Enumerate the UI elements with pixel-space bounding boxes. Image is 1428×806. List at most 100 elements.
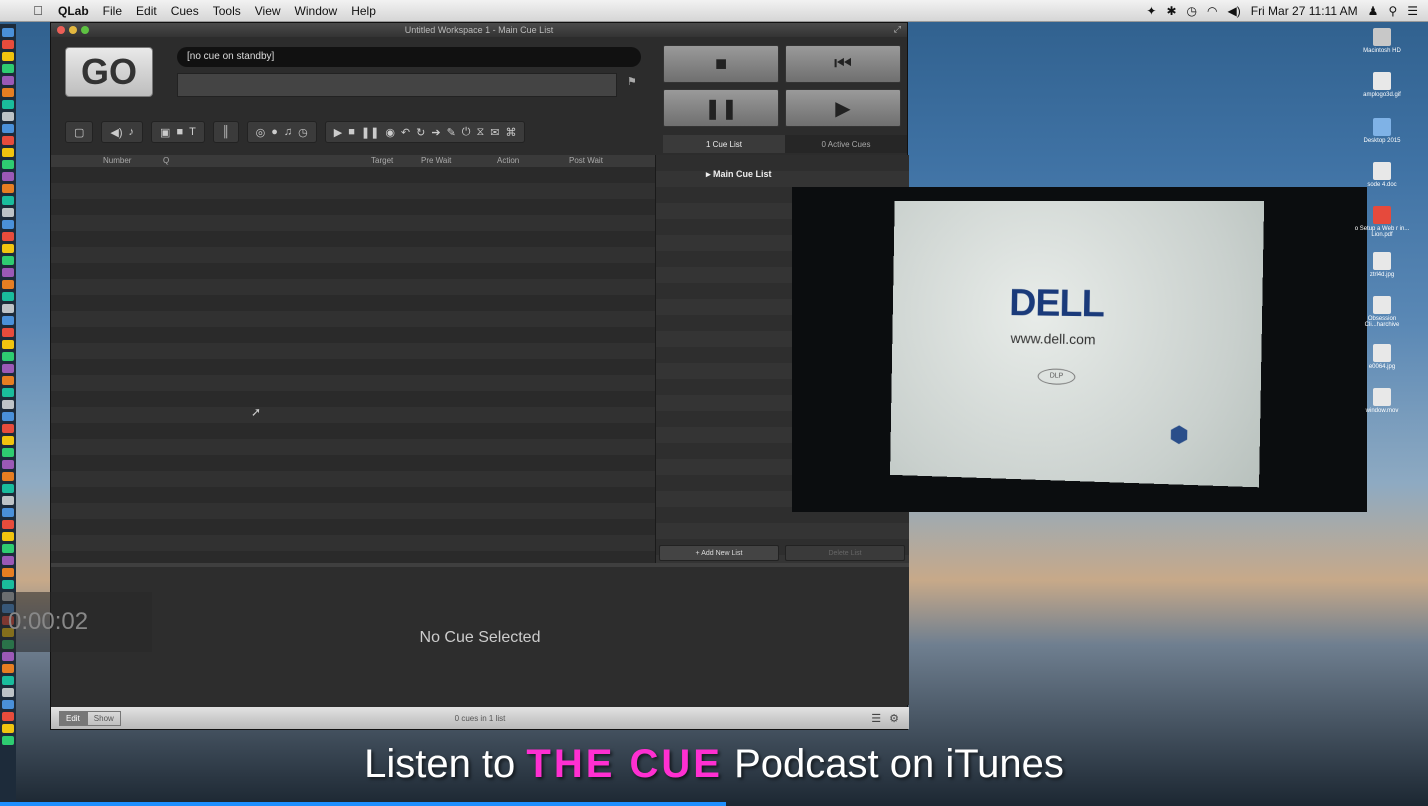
menubar-clock[interactable]: Fri Mar 27 11:11 AM <box>1251 4 1358 18</box>
settings-gear-icon[interactable]: ⚙ <box>889 712 899 725</box>
dock-app-icon[interactable] <box>2 184 14 193</box>
menu-view[interactable]: View <box>255 4 281 18</box>
memo-cue-icon[interactable]: ✉ <box>490 126 499 139</box>
dock-app-icon[interactable] <box>2 460 14 469</box>
dock-app-icon[interactable] <box>2 40 14 49</box>
dock-app-icon[interactable] <box>2 688 14 697</box>
stop-all-button[interactable]: ■ <box>663 45 779 83</box>
cue-list[interactable]: ➚ <box>51 167 655 563</box>
dock-app-icon[interactable] <box>2 232 14 241</box>
previous-button[interactable]: ⏮ <box>785 45 901 83</box>
dock-app-icon[interactable] <box>2 424 14 433</box>
light-cue-icon[interactable]: ║ <box>222 126 230 138</box>
add-new-list-button[interactable]: + Add New List <box>659 545 779 561</box>
dock-app-icon[interactable] <box>2 508 14 517</box>
menu-cues[interactable]: Cues <box>171 4 199 18</box>
pause-all-button[interactable]: ❚❚ <box>663 89 779 127</box>
notes-field[interactable] <box>177 73 617 97</box>
dock-app-icon[interactable] <box>2 304 14 313</box>
dock-app-icon[interactable] <box>2 172 14 181</box>
dock-app-icon[interactable] <box>2 196 14 205</box>
go-button[interactable]: GO <box>65 47 153 97</box>
dock-app-icon[interactable] <box>2 568 14 577</box>
midi-cue-icon[interactable]: ♫ <box>284 126 292 138</box>
dock-app-icon[interactable] <box>2 88 14 97</box>
audio-cue-icon[interactable]: ◀) <box>110 126 122 139</box>
start-cue-icon[interactable]: ▶ <box>334 126 342 139</box>
dock-app-icon[interactable] <box>2 412 14 421</box>
dock-app-icon[interactable] <box>2 580 14 589</box>
tab-cue-lists[interactable]: 1 Cue List <box>663 135 785 153</box>
dock-app-icon[interactable] <box>2 724 14 733</box>
desktop-icon-amplogo[interactable]: amplogo3d.gif <box>1352 72 1412 98</box>
dock-app-icon[interactable] <box>2 328 14 337</box>
dock-app-icon[interactable] <box>2 340 14 349</box>
dock-app-icon[interactable] <box>2 208 14 217</box>
group-cue-icon[interactable]: ▢ <box>74 126 84 139</box>
dock-app-icon[interactable] <box>2 400 14 409</box>
video-cue-icon[interactable]: ▣ <box>160 126 170 139</box>
text-cue-icon[interactable]: T <box>189 126 196 138</box>
fade-cue-icon[interactable]: ◎ <box>256 126 266 139</box>
dock-app-icon[interactable] <box>2 292 14 301</box>
dock-app-icon[interactable] <box>2 556 14 565</box>
desktop-icon-archive[interactable]: Obsession Cli...harchive <box>1352 296 1412 328</box>
dock-app-icon[interactable] <box>2 76 14 85</box>
dock-app-icon[interactable] <box>2 388 14 397</box>
desktop-icon-macintosh-hd[interactable]: Macintosh HD <box>1352 28 1412 54</box>
col-target[interactable]: Target <box>371 156 393 165</box>
dock-app-icon[interactable] <box>2 52 14 61</box>
dock-app-icon[interactable] <box>2 136 14 145</box>
flag-icon[interactable]: ⚑ <box>627 75 637 88</box>
dock-app-icon[interactable] <box>2 100 14 109</box>
dock-app-icon[interactable] <box>2 376 14 385</box>
dock-app-icon[interactable] <box>2 472 14 481</box>
dock-app-icon[interactable] <box>2 316 14 325</box>
arm-cue-icon[interactable]: ⏻ <box>462 126 471 139</box>
dock-app-icon[interactable] <box>2 712 14 721</box>
dock-app-icon[interactable] <box>2 532 14 541</box>
dock-app-icon[interactable] <box>2 220 14 229</box>
stop-cue-icon[interactable]: ■ <box>348 126 355 138</box>
col-post-wait[interactable]: Post Wait <box>569 156 603 165</box>
dock-app-icon[interactable] <box>2 448 14 457</box>
dock-app-icon[interactable] <box>2 484 14 493</box>
resume-button[interactable]: ▶ <box>785 89 901 127</box>
reset-cue-icon[interactable]: ↶ <box>401 126 410 139</box>
dock-app-icon[interactable] <box>2 124 14 133</box>
goto-cue-icon[interactable]: ➔ <box>431 126 440 139</box>
col-action[interactable]: Action <box>497 156 519 165</box>
spotlight-icon[interactable]: ⚲ <box>1388 4 1397 18</box>
volume-icon[interactable]: ◀) <box>1228 4 1241 18</box>
desktop-icon-mov[interactable]: window.mov <box>1352 388 1412 414</box>
menu-file[interactable]: File <box>103 4 122 18</box>
dock-app-icon[interactable] <box>2 280 14 289</box>
script-cue-icon[interactable]: ⌘ <box>505 126 516 139</box>
title-bar[interactable]: Untitled Workspace 1 - Main Cue List ⤢ <box>51 23 907 37</box>
apple-icon[interactable]:  <box>28 3 48 18</box>
desktop-icon-jpg-2[interactable]: e0064.jpg <box>1352 344 1412 370</box>
col-pre-wait[interactable]: Pre Wait <box>421 156 451 165</box>
list-view-icon[interactable]: ☰ <box>871 712 881 725</box>
dock-app-icon[interactable] <box>2 256 14 265</box>
dock-app-icon[interactable] <box>2 652 14 661</box>
dropbox-icon[interactable]: ✦ <box>1146 4 1156 18</box>
network-cue-icon[interactable]: ● <box>271 126 278 138</box>
notification-icon[interactable]: ☰ <box>1407 4 1418 18</box>
dock-app-icon[interactable] <box>2 664 14 673</box>
dock-app-icon[interactable] <box>2 148 14 157</box>
dock-app-icon[interactable] <box>2 700 14 709</box>
dock-app-icon[interactable] <box>2 64 14 73</box>
fullscreen-icon[interactable]: ⤢ <box>894 24 901 35</box>
dock-app-icon[interactable] <box>2 244 14 253</box>
desktop-icon-desktop-2015[interactable]: Desktop 2015 <box>1352 118 1412 144</box>
dock-app-icon[interactable] <box>2 676 14 685</box>
dock-app-icon[interactable] <box>2 520 14 529</box>
dock-app-icon[interactable] <box>2 160 14 169</box>
desktop-icon-pdf[interactable]: o Setup a Web r in... Lion.pdf <box>1352 206 1412 238</box>
user-icon[interactable]: ♟ <box>1368 4 1379 18</box>
mic-cue-icon[interactable]: ♪ <box>129 126 135 138</box>
desktop-icon-jpg[interactable]: ztrl4d.jpg <box>1352 252 1412 278</box>
col-number[interactable]: Number <box>103 156 131 165</box>
dock-app-icon[interactable] <box>2 544 14 553</box>
